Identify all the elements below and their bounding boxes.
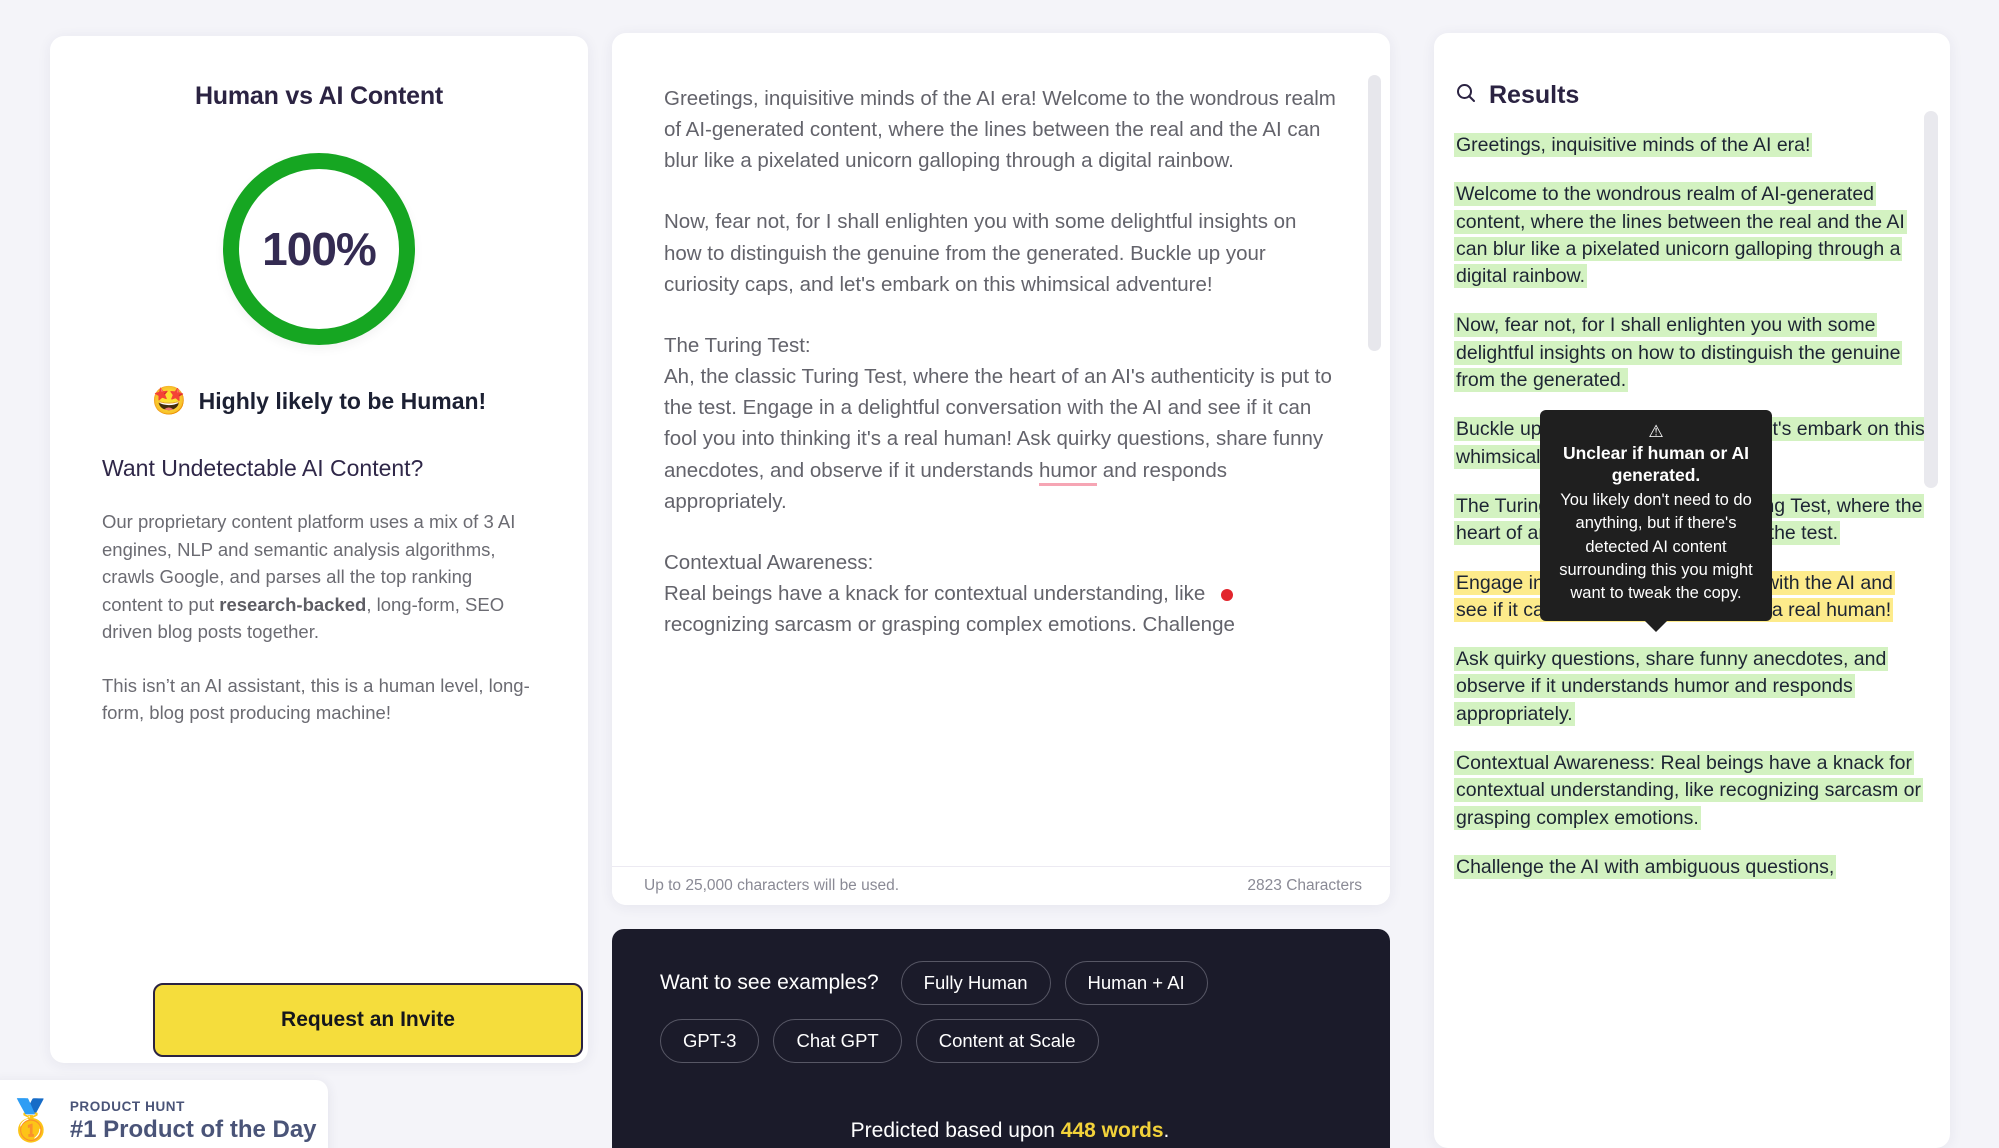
context-text-a: Real beings have a knack for contextual … <box>664 582 1206 606</box>
product-hunt-kicker: PRODUCT HUNT <box>69 1098 186 1114</box>
gauge-wrapper: 100% <box>50 153 588 345</box>
product-hunt-title: #1 Product of the Day <box>69 1115 317 1143</box>
tooltip-body: You likely don't need to do anything, bu… <box>1559 490 1753 603</box>
spellcheck-underline-word[interactable]: humor <box>1038 458 1098 486</box>
grammar-marker-dot-icon[interactable] <box>1221 588 1234 601</box>
editor-paragraph-turing: The Turing Test: Ah, the classic Turing T… <box>664 330 1338 517</box>
content-editor-card: Greetings, inquisitive minds of the AI e… <box>612 33 1390 905</box>
result-highlight-human[interactable]: Welcome to the wondrous realm of AI-gene… <box>1454 182 1907 289</box>
example-chip-fully-human[interactable]: Fully Human <box>900 961 1051 1005</box>
result-highlight-human[interactable]: Contextual Awareness: Real beings have a… <box>1454 751 1924 830</box>
predicted-suffix: . <box>1163 1119 1170 1142</box>
promo-heading: Want Undetectable AI Content? <box>102 455 424 481</box>
examples-row-2: GPT-3 Chat GPT Content at Scale <box>660 1019 1360 1063</box>
results-title: Results <box>1489 81 1580 109</box>
request-invite-button[interactable]: Request an Invite <box>153 983 583 1057</box>
results-scrollbar-thumb[interactable] <box>1924 111 1938 488</box>
result-block: Welcome to the wondrous realm of AI-gene… <box>1454 181 1928 290</box>
examples-footer: Want to see examples? Fully Human Human … <box>612 929 1390 1148</box>
result-highlight-human[interactable]: Greetings, inquisitive minds of the AI e… <box>1454 133 1813 157</box>
product-hunt-labels: PRODUCT HUNT #1 Product of the Day <box>70 1099 317 1144</box>
content-textarea[interactable]: Greetings, inquisitive minds of the AI e… <box>612 33 1390 866</box>
star-struck-emoji-icon: 🤩 <box>151 385 187 416</box>
score-card-title: Human vs AI Content <box>194 82 444 110</box>
editor-paragraph: Greetings, inquisitive minds of the AI e… <box>664 87 1336 173</box>
example-chip-content-at-scale[interactable]: Content at Scale <box>915 1019 1099 1063</box>
verdict-text: Highly likely to be Human! <box>198 387 487 414</box>
character-status-bar: Up to 25,000 characters will be used. 28… <box>612 866 1390 905</box>
example-chip-chat-gpt[interactable]: Chat GPT <box>773 1019 902 1063</box>
results-header: Results <box>1434 33 1950 110</box>
medal-icon: 🥇 <box>6 1099 56 1143</box>
character-limit-note: Up to 25,000 characters will be used. <box>644 877 900 894</box>
result-block: Now, fear not, for I shall enlighten you… <box>1454 312 1928 394</box>
app-root: Human vs AI Content 100% 🤩 Highly likely… <box>0 0 1999 1148</box>
warning-triangle-icon: ⚠ <box>1648 422 1664 441</box>
context-heading: Contextual Awareness: <box>664 550 874 574</box>
product-hunt-badge[interactable]: 🥇 PRODUCT HUNT #1 Product of the Day <box>0 1080 328 1148</box>
turing-heading: The Turing Test: <box>664 333 811 357</box>
result-block: Challenge the AI with ambiguous question… <box>1454 854 1928 881</box>
result-highlight-human[interactable]: Now, fear not, for I shall enlighten you… <box>1454 313 1903 393</box>
context-text-b: recognizing sarcasm or grasping complex … <box>664 613 1235 637</box>
editor-scrollbar-thumb[interactable] <box>1368 75 1381 351</box>
character-count: 2823 Characters <box>1247 877 1362 894</box>
example-chip-human-plus-ai[interactable]: Human + AI <box>1064 961 1208 1005</box>
gauge-value: 100% <box>262 223 377 275</box>
promo-paragraph-1: Our proprietary content platform uses a … <box>102 508 536 646</box>
result-block: Ask quirky questions, share funny anecdo… <box>1454 646 1928 728</box>
tooltip-title: Unclear if human or AI generated. <box>1562 443 1750 486</box>
verdict-row: 🤩 Highly likely to be Human! <box>50 387 588 415</box>
result-highlight-human[interactable]: Ask quirky questions, share funny anecdo… <box>1454 647 1889 726</box>
result-block: Contextual Awareness: Real beings have a… <box>1454 750 1928 832</box>
score-card: Human vs AI Content 100% 🤩 Highly likely… <box>50 36 588 1063</box>
predicted-word-count: 448 words <box>1060 1119 1164 1142</box>
example-chip-gpt-3[interactable]: GPT-3 <box>660 1019 760 1063</box>
promo-paragraph-2: This isn’t an AI assistant, this is a hu… <box>102 674 530 724</box>
tooltip-arrow-icon <box>1645 620 1667 632</box>
editor-paragraph-context: Contextual Awareness: Real beings have a … <box>664 547 1338 640</box>
turing-text-a: Ah, the classic Turing Test, where the h… <box>664 365 1332 482</box>
result-block: Greetings, inquisitive minds of the AI e… <box>1454 132 1928 159</box>
examples-row-1: Want to see examples? Fully Human Human … <box>660 961 1360 1005</box>
predicted-prefix: Predicted based upon <box>850 1119 1061 1142</box>
editor-paragraph: Now, fear not, for I shall enlighten you… <box>664 210 1297 296</box>
search-icon <box>1454 81 1478 110</box>
promo-text-bold: research-backed <box>219 593 367 615</box>
human-score-gauge: 100% <box>223 153 415 345</box>
predicted-words-line: Predicted based upon 448 words. <box>660 1119 1360 1143</box>
ai-detection-tooltip: ⚠ Unclear if human or AI generated. You … <box>1540 410 1772 632</box>
examples-label: Want to see examples? <box>660 971 879 994</box>
result-highlight-human[interactable]: Challenge the AI with ambiguous question… <box>1454 854 1837 879</box>
